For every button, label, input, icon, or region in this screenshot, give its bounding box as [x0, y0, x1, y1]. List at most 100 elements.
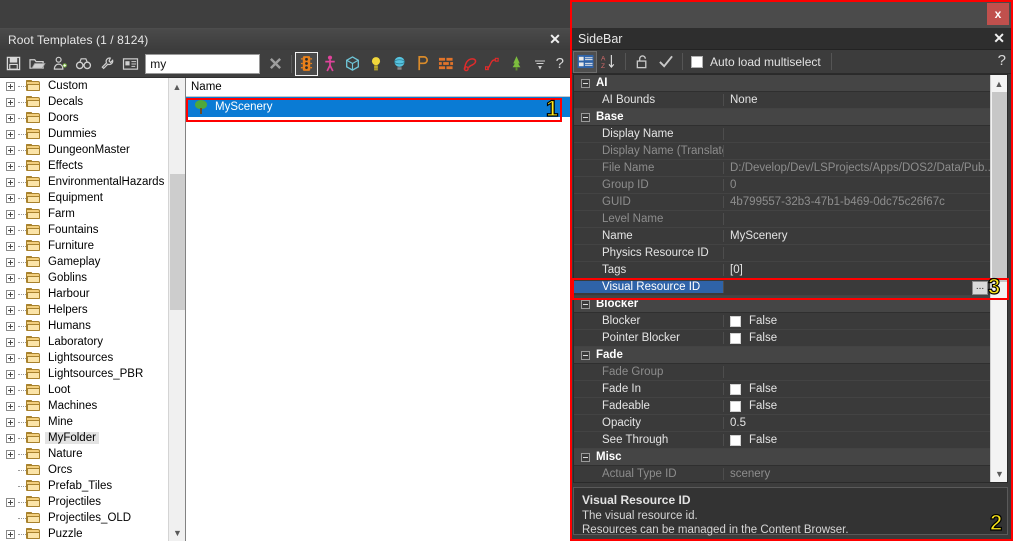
- collapse-icon[interactable]: [581, 299, 590, 309]
- categorized-view-icon[interactable]: [573, 50, 597, 73]
- expand-icon[interactable]: [6, 177, 15, 187]
- clear-search-icon[interactable]: [264, 52, 287, 76]
- close-window-button[interactable]: x: [987, 3, 1009, 25]
- property-value[interactable]: 4b799557-32b3-47b1-b469-0dc75c26f67c: [724, 196, 990, 208]
- property-value[interactable]: MyScenery: [724, 230, 990, 242]
- expand-icon[interactable]: [6, 417, 15, 427]
- property-row[interactable]: Name MyScenery: [574, 228, 990, 245]
- property-group-base[interactable]: Base: [574, 109, 990, 126]
- expand-icon[interactable]: [6, 81, 15, 91]
- scroll-down-icon[interactable]: ▼: [169, 524, 185, 541]
- expand-icon[interactable]: [6, 321, 15, 331]
- property-group-fade[interactable]: Fade: [574, 347, 990, 364]
- property-value[interactable]: False: [724, 332, 990, 344]
- scroll-up-icon[interactable]: ▲: [991, 75, 1007, 92]
- scroll-thumb[interactable]: [992, 92, 1007, 282]
- property-row[interactable]: Fade In False: [574, 381, 990, 398]
- property-row[interactable]: Blocker False: [574, 313, 990, 330]
- expand-icon[interactable]: [6, 273, 15, 283]
- expand-icon[interactable]: [6, 401, 15, 411]
- property-value[interactable]: D:/Develop/Dev/LSProjects/Apps/DOS2/Data…: [724, 162, 990, 174]
- property-row[interactable]: Fade Group: [574, 364, 990, 381]
- tree-item-harbour[interactable]: Harbour: [0, 286, 167, 302]
- scroll-down-icon[interactable]: ▼: [991, 465, 1007, 482]
- property-value[interactable]: 0.5: [724, 417, 990, 429]
- prefab-icon[interactable]: [411, 52, 434, 76]
- property-checkbox[interactable]: [730, 400, 741, 412]
- collapse-icon[interactable]: [581, 350, 590, 360]
- property-row[interactable]: Physics Resource ID: [574, 245, 990, 262]
- expand-icon[interactable]: [6, 209, 15, 219]
- property-row[interactable]: Display Name (Translated): [574, 143, 990, 160]
- scroll-up-icon[interactable]: ▲: [169, 78, 185, 95]
- property-value[interactable]: False: [724, 383, 990, 395]
- tree-item-loot[interactable]: Loot: [0, 382, 167, 398]
- collapse-icon[interactable]: [581, 78, 590, 88]
- property-group-blocker[interactable]: Blocker: [574, 296, 990, 313]
- open-folder-icon[interactable]: [25, 52, 48, 76]
- property-value[interactable]: False: [724, 434, 990, 446]
- expand-icon[interactable]: [6, 369, 15, 379]
- add-person-icon[interactable]: [49, 52, 72, 76]
- expand-icon[interactable]: [6, 225, 15, 235]
- tree-item-equipment[interactable]: Equipment: [0, 190, 167, 206]
- tree-item-environmentalhazards[interactable]: EnvironmentalHazards: [0, 174, 167, 190]
- tree-item-custom[interactable]: Custom: [0, 78, 167, 94]
- sphere-icon[interactable]: [388, 52, 411, 76]
- expand-icon[interactable]: [6, 529, 15, 539]
- property-group-misc[interactable]: Misc: [574, 449, 990, 466]
- close-icon[interactable]: ✕: [546, 31, 564, 48]
- property-checkbox[interactable]: [730, 383, 741, 395]
- tree-item-dungeonmaster[interactable]: DungeonMaster: [0, 142, 167, 158]
- tree-item-orcs[interactable]: Orcs: [0, 462, 167, 478]
- tree-item-dummies[interactable]: Dummies: [0, 126, 167, 142]
- tree-item-prefab_tiles[interactable]: Prefab_Tiles: [0, 478, 167, 494]
- list-column-header-name[interactable]: Name: [186, 78, 570, 97]
- property-row[interactable]: Group ID 0: [574, 177, 990, 194]
- tree-item-myfolder[interactable]: MyFolder: [0, 430, 167, 446]
- box-icon[interactable]: [341, 52, 364, 76]
- tree-item-farm[interactable]: Farm: [0, 206, 167, 222]
- tree-item-machines[interactable]: Machines: [0, 398, 167, 414]
- tree-item-lightsources_pbr[interactable]: Lightsources_PBR: [0, 366, 167, 382]
- tree-item-puzzle[interactable]: Puzzle: [0, 526, 167, 541]
- property-value[interactable]: [0]: [724, 264, 990, 276]
- search-input[interactable]: my: [145, 53, 261, 74]
- expand-icon[interactable]: [6, 97, 15, 107]
- expand-icon[interactable]: [6, 289, 15, 299]
- property-row[interactable]: GUID 4b799557-32b3-47b1-b469-0dc75c26f67c: [574, 194, 990, 211]
- tree-item-laboratory[interactable]: Laboratory: [0, 334, 167, 350]
- property-row[interactable]: AI Bounds None: [574, 92, 990, 109]
- alpha-sort-icon[interactable]: AZ: [597, 51, 621, 73]
- expand-icon[interactable]: [6, 449, 15, 459]
- binoculars-icon[interactable]: [72, 52, 95, 76]
- tree-item-helpers[interactable]: Helpers: [0, 302, 167, 318]
- help-icon[interactable]: ?: [552, 55, 568, 72]
- save-icon[interactable]: [2, 52, 25, 76]
- property-row[interactable]: Opacity 0.5: [574, 415, 990, 432]
- expand-icon[interactable]: [6, 353, 15, 363]
- properties-icon[interactable]: [119, 52, 142, 76]
- property-row[interactable]: Display Name: [574, 126, 990, 143]
- wrench-icon[interactable]: [96, 52, 119, 76]
- tree-vertical-scrollbar[interactable]: ▲ ▼: [168, 78, 185, 541]
- expand-icon[interactable]: [6, 337, 15, 347]
- expand-icon[interactable]: [6, 145, 15, 155]
- property-row[interactable]: Actual Type ID scenery: [574, 466, 990, 482]
- property-value[interactable]: 0: [724, 179, 990, 191]
- expand-icon[interactable]: [6, 113, 15, 123]
- expand-icon[interactable]: [6, 161, 15, 171]
- scroll-thumb[interactable]: [170, 174, 185, 310]
- property-checkbox[interactable]: [730, 315, 741, 327]
- tree-item-effects[interactable]: Effects: [0, 158, 167, 174]
- help-icon[interactable]: ?: [998, 52, 1006, 69]
- tree-item-fountains[interactable]: Fountains: [0, 222, 167, 238]
- terrain-icon[interactable]: [505, 52, 528, 76]
- tree-item-furniture[interactable]: Furniture: [0, 238, 167, 254]
- expand-icon[interactable]: [6, 129, 15, 139]
- chevron-down-icon[interactable]: [528, 52, 551, 76]
- property-value[interactable]: scenery: [724, 468, 990, 480]
- property-group-ai[interactable]: AI: [574, 75, 990, 92]
- property-row[interactable]: Fadeable False: [574, 398, 990, 415]
- expand-icon[interactable]: [6, 241, 15, 251]
